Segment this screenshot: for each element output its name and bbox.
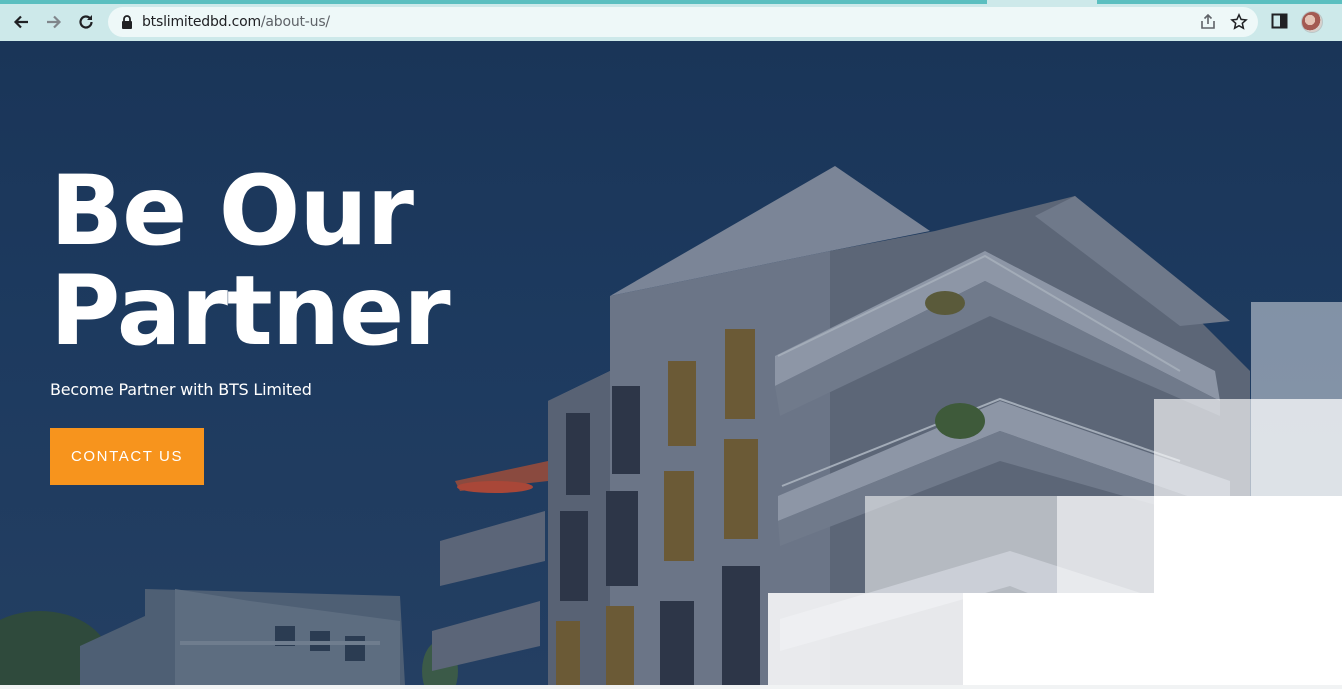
reload-icon: [79, 15, 93, 29]
contact-us-button[interactable]: CONTACT US: [50, 428, 204, 485]
hero-title-line-1: Be Our: [50, 155, 414, 267]
forward-button[interactable]: [42, 10, 66, 34]
lock-icon[interactable]: [120, 14, 134, 30]
reload-button[interactable]: [74, 10, 98, 34]
url-path: /about-us/: [260, 14, 330, 30]
forward-arrow-icon: [47, 15, 62, 29]
star-icon[interactable]: [1230, 13, 1248, 31]
hero-title: Be Our Partner: [50, 161, 451, 361]
url-host: btslimitedbd.com: [142, 14, 261, 30]
url-text[interactable]: btslimitedbd.com/about-us/: [142, 14, 330, 30]
hero-subtitle: Become Partner with BTS Limited: [50, 380, 312, 399]
page-bottom-edge: [0, 685, 1342, 689]
browser-toolbar: btslimitedbd.com/about-us/: [0, 0, 1342, 41]
hero-banner: Be Our Partner Become Partner with BTS L…: [0, 41, 1342, 685]
profile-avatar[interactable]: [1301, 11, 1323, 33]
side-panel-icon[interactable]: [1270, 11, 1290, 31]
back-arrow-icon: [13, 15, 28, 29]
back-button[interactable]: [9, 10, 33, 34]
tab-strip: [0, 0, 1342, 4]
share-icon[interactable]: [1199, 13, 1217, 31]
hero-title-line-2: Partner: [50, 255, 451, 367]
address-bar[interactable]: btslimitedbd.com/about-us/: [108, 7, 1258, 37]
